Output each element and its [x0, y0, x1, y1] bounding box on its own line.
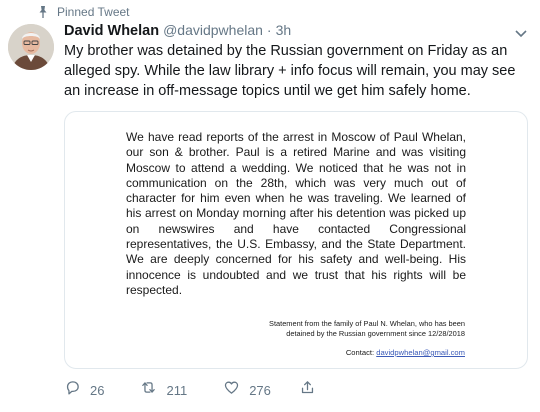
tweet-header: David Whelan @davidpwhelan · 3h: [64, 22, 291, 40]
chevron-down-icon[interactable]: [514, 26, 528, 38]
retweet-icon: [140, 379, 157, 401]
reply-button[interactable]: 26: [64, 380, 104, 400]
retweet-button[interactable]: 211: [140, 380, 187, 400]
reply-icon: [64, 379, 81, 401]
avatar[interactable]: [8, 24, 54, 70]
separator-dot: ·: [266, 22, 272, 38]
contact-label: Contact:: [345, 348, 375, 357]
pinned-tweet-indicator: Pinned Tweet: [36, 4, 130, 20]
pin-icon: [36, 5, 50, 19]
display-name[interactable]: David Whelan: [64, 23, 159, 39]
timestamp[interactable]: 3h: [276, 22, 292, 38]
retweet-count: 211: [166, 382, 188, 398]
tweet-text: My brother was detained by the Russian g…: [64, 43, 516, 99]
pinned-label: Pinned Tweet: [57, 5, 130, 19]
family-statement: We have read reports of the arrest in Mo…: [126, 130, 466, 297]
contact-line: Contact: davidpwhelan@gmail.com: [301, 348, 465, 357]
contact-email: davidpwhelan@gmail.com: [376, 348, 465, 357]
statement-source: Statement from the family of Paul N. Whe…: [269, 319, 465, 338]
share-button[interactable]: [299, 380, 316, 400]
user-handle[interactable]: @davidpwhelan: [163, 22, 263, 38]
media-image[interactable]: We have read reports of the arrest in Mo…: [64, 111, 528, 369]
reply-count: 26: [90, 382, 105, 398]
tweet-actions: 26 211 276: [64, 380, 316, 400]
share-icon: [299, 379, 316, 401]
like-icon: [223, 379, 240, 401]
like-count: 276: [249, 382, 271, 398]
like-button[interactable]: 276: [223, 380, 271, 400]
